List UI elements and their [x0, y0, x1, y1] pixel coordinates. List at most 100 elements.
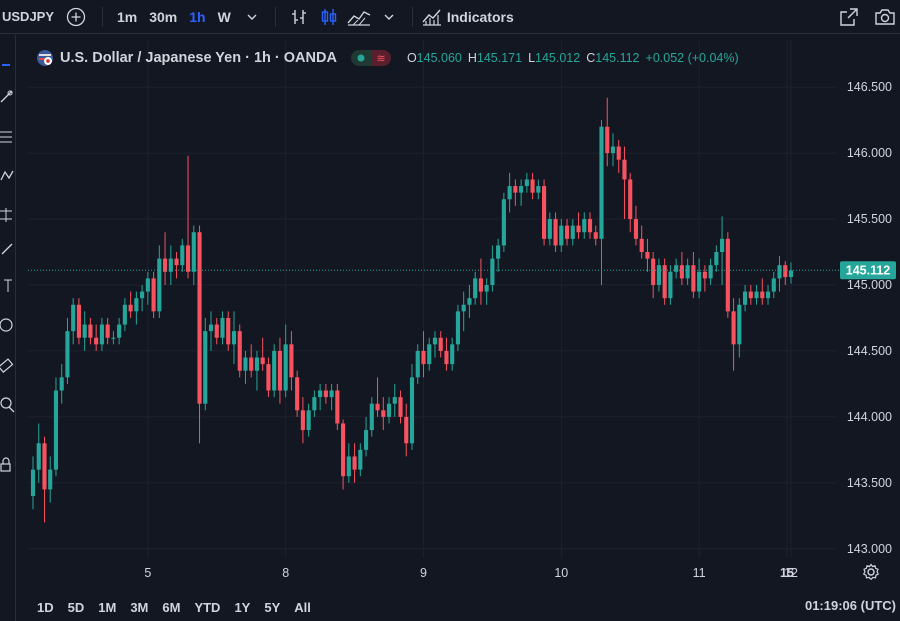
candle-down	[174, 258, 179, 266]
candle-up	[30, 469, 36, 497]
candle-down	[197, 232, 202, 404]
range-1d[interactable]: 1D	[30, 600, 61, 615]
range-6m[interactable]: 6M	[155, 600, 187, 615]
candle-down	[748, 291, 753, 299]
range-1m[interactable]: 1M	[91, 600, 123, 615]
candle-down	[691, 265, 696, 292]
candle-down	[237, 331, 242, 371]
symbol-title[interactable]: U.S. Dollar / Japanese Yen · 1h · OANDA	[60, 50, 337, 66]
time-tick-label: 8	[282, 566, 289, 580]
candle-up	[82, 324, 87, 338]
candle-down	[478, 278, 483, 292]
utc-clock[interactable]: 01:19:06 (UTC)	[805, 598, 896, 613]
candle-up	[99, 324, 104, 345]
candle-up	[363, 430, 369, 450]
price-tick-label: 143.500	[847, 476, 892, 490]
candle-up	[524, 179, 529, 187]
candle-up	[765, 291, 771, 299]
candle-up	[484, 284, 489, 292]
candle-up	[318, 390, 323, 398]
candle-up	[467, 298, 472, 305]
candle-down	[616, 146, 621, 160]
candle-down	[289, 344, 294, 378]
candle-down	[323, 390, 328, 398]
candle-up	[122, 304, 127, 325]
candle-up	[599, 126, 604, 239]
candle-down	[105, 324, 110, 338]
candle-up	[547, 219, 552, 239]
high-value: 145.171	[476, 51, 523, 65]
time-axis[interactable]: 5 8 9 10 11 1215	[144, 566, 798, 580]
candle-up	[788, 270, 794, 278]
candle-up	[306, 410, 311, 431]
candle-down	[381, 410, 386, 417]
candle-up	[415, 350, 420, 378]
candle-up	[254, 357, 260, 371]
candle-up	[501, 199, 506, 246]
candle-up	[742, 291, 748, 305]
candle-down	[341, 423, 346, 477]
candle-up	[570, 225, 575, 239]
candle-up	[346, 456, 351, 477]
price-axis[interactable]: 143.000 143.500 144.000 144.500 145.000 145.5…	[847, 80, 892, 556]
candle-up	[754, 291, 759, 299]
candle-up	[668, 271, 673, 299]
candle-down	[513, 186, 518, 193]
price-tick-label: 144.500	[847, 344, 892, 358]
close-value: 145.112	[595, 51, 640, 65]
candle-up	[536, 186, 541, 193]
candle-down	[553, 219, 558, 246]
candle-down	[404, 416, 409, 444]
candle-down	[760, 291, 765, 299]
candle-down	[214, 324, 219, 338]
candle-up	[737, 304, 742, 345]
date-range-bar: 1D 5D 1M 3M 6M YTD 1Y 5Y All	[30, 595, 318, 619]
candle-down	[76, 304, 82, 338]
candle-down	[542, 186, 547, 239]
price-chart[interactable]: 143.000 143.500 144.000 144.500 145.000 145.5…	[0, 0, 900, 621]
candle-up	[312, 397, 317, 411]
candle-down	[622, 159, 627, 180]
time-tick-label: 15	[780, 566, 794, 580]
candle-up	[117, 324, 122, 338]
candle-up	[208, 324, 214, 332]
candle-up	[203, 331, 208, 404]
candle-down	[605, 126, 610, 154]
candle-up	[59, 377, 64, 391]
candle-down	[260, 357, 265, 365]
candle-up	[777, 265, 782, 279]
candle-down	[185, 245, 191, 272]
candle-up	[272, 350, 277, 391]
candle-down	[300, 410, 305, 431]
chart-settings-button[interactable]	[862, 563, 880, 581]
last-price-label: 145.112	[846, 264, 891, 278]
market-status-pill[interactable]: ≋	[350, 50, 391, 66]
candle-down	[587, 219, 593, 233]
candle-down	[295, 377, 300, 411]
candle-down	[576, 225, 581, 233]
candle-up	[674, 265, 679, 272]
range-3m[interactable]: 3M	[123, 600, 155, 615]
candle-down	[128, 304, 133, 312]
candle-up	[358, 449, 363, 470]
candle-up	[191, 232, 196, 272]
candle-down	[398, 397, 403, 417]
candle-up	[48, 469, 53, 490]
candle-down	[628, 179, 633, 220]
range-all[interactable]: All	[287, 600, 318, 615]
candle-up	[697, 271, 702, 292]
price-tick-label: 144.000	[847, 410, 892, 424]
candle-up	[496, 245, 501, 259]
range-ytd[interactable]: YTD	[187, 600, 227, 615]
candle-up	[71, 304, 76, 332]
gear-icon	[862, 563, 880, 581]
candle-up	[427, 344, 432, 365]
candle-up	[65, 331, 70, 378]
candle-up	[473, 278, 478, 299]
range-5d[interactable]: 5D	[61, 600, 92, 615]
market-open-icon	[350, 50, 371, 66]
candle-up	[490, 258, 495, 285]
range-5y[interactable]: 5Y	[257, 600, 287, 615]
range-1y[interactable]: 1Y	[227, 600, 257, 615]
low-key: L	[528, 51, 536, 65]
